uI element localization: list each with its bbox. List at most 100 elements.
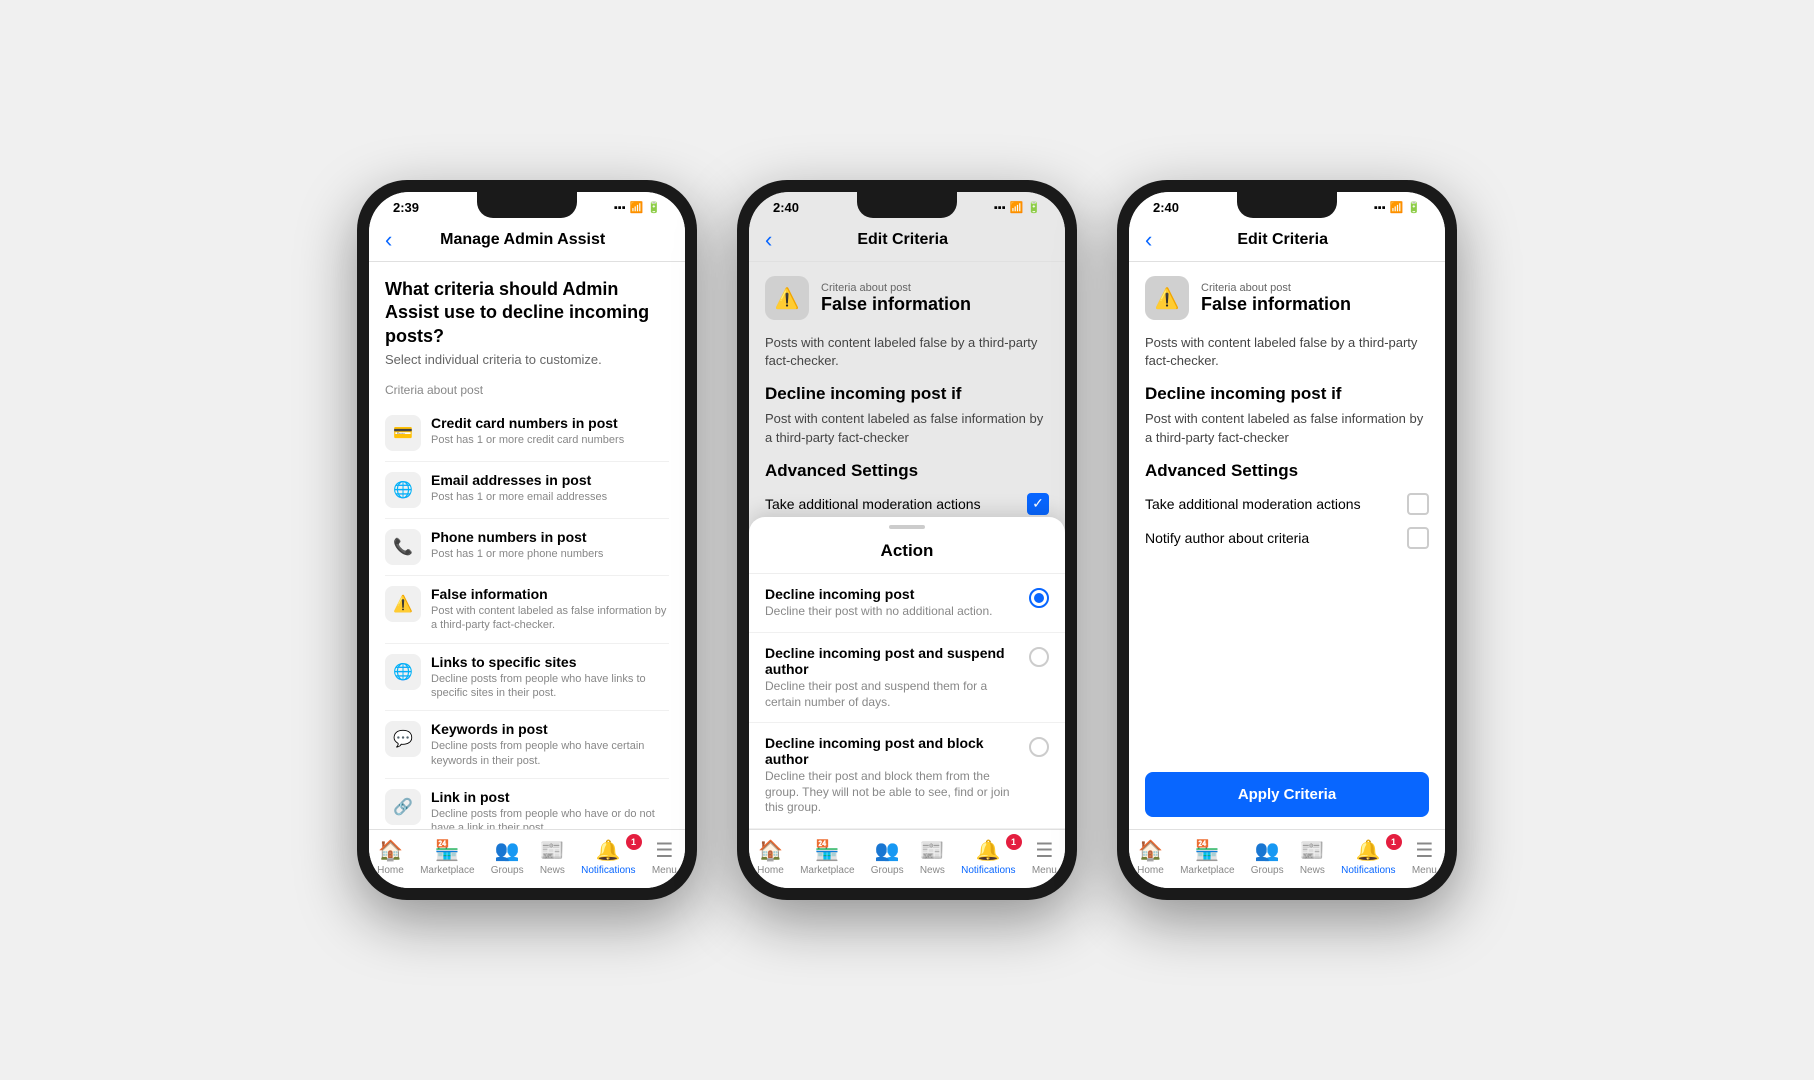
- notch-2: [857, 192, 957, 218]
- list-item[interactable]: 📞 Phone numbers in post Post has 1 or mo…: [385, 519, 669, 576]
- nav-notifications-3[interactable]: 🔔 1 Notifications: [1341, 838, 1395, 876]
- phone-1-screen: 2:39 ▪▪▪ 📶 🔋 ‹ Manage Admin Assist What …: [369, 192, 685, 888]
- nav-news-3[interactable]: 📰 News: [1300, 838, 1325, 876]
- criteria-text: False information Post with content labe…: [431, 586, 669, 633]
- nav-home-3[interactable]: 🏠 Home: [1137, 838, 1164, 876]
- nav-groups-3[interactable]: 👥 Groups: [1251, 838, 1284, 876]
- screen-content-1[interactable]: What criteria should Admin Assist use to…: [369, 262, 685, 829]
- checkbox-notify-empty-3[interactable]: [1407, 527, 1429, 549]
- nav-notifications-label: Notifications: [581, 865, 635, 876]
- advanced-notify-label-3: Notify author about criteria: [1145, 530, 1309, 546]
- screen-content-2[interactable]: ⚠️ Criteria about post False information…: [749, 262, 1065, 829]
- phone-1: 2:39 ▪▪▪ 📶 🔋 ‹ Manage Admin Assist What …: [357, 180, 697, 900]
- criteria-desc: Decline posts from people who have certa…: [431, 739, 669, 768]
- battery-icon-3: 🔋: [1407, 201, 1421, 214]
- list-item[interactable]: 🌐 Links to specific sites Decline posts …: [385, 644, 669, 712]
- apply-criteria-button[interactable]: Apply Criteria: [1145, 772, 1429, 817]
- criteria-desc: Post with content labeled as false infor…: [431, 604, 669, 633]
- menu-icon-2: ☰: [1035, 838, 1053, 863]
- decline-title-2: Decline incoming post if: [765, 384, 1049, 404]
- time-1: 2:39: [393, 200, 419, 215]
- criteria-desc: Post has 1 or more email addresses: [431, 490, 669, 504]
- nav-menu[interactable]: ☰ Menu: [652, 838, 677, 876]
- nav-marketplace-3[interactable]: 🏪 Marketplace: [1180, 838, 1234, 876]
- menu-icon-3: ☰: [1415, 838, 1433, 863]
- groups-icon: 👥: [495, 838, 520, 863]
- nav-home-label-2: Home: [757, 865, 784, 876]
- criteria-header-2: ⚠️ Criteria about post False information: [749, 262, 1065, 334]
- nav-news-label: News: [540, 865, 565, 876]
- nav-menu-2[interactable]: ☰ Menu: [1032, 838, 1057, 876]
- advanced-take-label-3: Take additional moderation actions: [1145, 496, 1361, 512]
- nav-menu-label-2: Menu: [1032, 865, 1057, 876]
- criteria-label-2: Criteria about post: [821, 282, 971, 294]
- criteria-text: Links to specific sites Decline posts fr…: [431, 654, 669, 701]
- sheet-option-desc-1: Decline their post with no additional ac…: [765, 604, 1017, 620]
- radio-empty-2[interactable]: [1029, 647, 1049, 667]
- sheet-option-2[interactable]: Decline incoming post and suspend author…: [749, 633, 1065, 723]
- back-button-2[interactable]: ‹: [765, 227, 772, 253]
- wifi-icon-2: 📶: [1010, 201, 1024, 214]
- criteria-list: 💳 Credit card numbers in post Post has 1…: [385, 405, 669, 829]
- sheet-title: Action: [749, 541, 1065, 574]
- radio-empty-3[interactable]: [1029, 737, 1049, 757]
- wifi-icon: 📶: [630, 201, 644, 214]
- nav-groups-label-3: Groups: [1251, 865, 1284, 876]
- phone-3: 2:40 ▪▪▪ 📶 🔋 ‹ Edit Criteria ⚠️ Criteria…: [1117, 180, 1457, 900]
- nav-notifications[interactable]: 🔔 1 Notifications: [581, 838, 635, 876]
- phones-container: 2:39 ▪▪▪ 📶 🔋 ‹ Manage Admin Assist What …: [357, 180, 1457, 900]
- criteria-text: Keywords in post Decline posts from peop…: [431, 721, 669, 768]
- notification-badge-2: 1: [1006, 834, 1022, 850]
- criteria-desc: Decline posts from people who have links…: [431, 672, 669, 701]
- criteria-text: Link in post Decline posts from people w…: [431, 789, 669, 829]
- nav-notifications-label-3: Notifications: [1341, 865, 1395, 876]
- notifications-icon-2: 🔔: [976, 838, 1001, 863]
- nav-title-2: Edit Criteria: [780, 231, 1025, 249]
- nav-marketplace-2[interactable]: 🏪 Marketplace: [800, 838, 854, 876]
- nav-news-2[interactable]: 📰 News: [920, 838, 945, 876]
- keyword-icon: 💬: [385, 721, 421, 757]
- email-icon: 🌐: [385, 472, 421, 508]
- p1-content: What criteria should Admin Assist use to…: [369, 262, 685, 829]
- criteria-header-icon-2: ⚠️: [765, 276, 809, 320]
- list-item[interactable]: 🔗 Link in post Decline posts from people…: [385, 779, 669, 829]
- time-3: 2:40: [1153, 200, 1179, 215]
- nav-news[interactable]: 📰 News: [540, 838, 565, 876]
- warning-icon: ⚠️: [385, 586, 421, 622]
- nav-header-2: ‹ Edit Criteria: [749, 219, 1065, 262]
- nav-groups[interactable]: 👥 Groups: [491, 838, 524, 876]
- nav-marketplace[interactable]: 🏪 Marketplace: [420, 838, 474, 876]
- list-item[interactable]: 💳 Credit card numbers in post Post has 1…: [385, 405, 669, 462]
- checkbox-take-empty-3[interactable]: [1407, 493, 1429, 515]
- nav-home-2[interactable]: 🏠 Home: [757, 838, 784, 876]
- nav-notifications-2[interactable]: 🔔 1 Notifications: [961, 838, 1015, 876]
- nav-menu-3[interactable]: ☰ Menu: [1412, 838, 1437, 876]
- nav-marketplace-label: Marketplace: [420, 865, 474, 876]
- sheet-option-title-3: Decline incoming post and block author: [765, 735, 1017, 767]
- back-button-3[interactable]: ‹: [1145, 227, 1152, 253]
- sheet-option-3[interactable]: Decline incoming post and block author D…: [749, 723, 1065, 829]
- criteria-name: Links to specific sites: [431, 654, 669, 670]
- notification-badge-3: 1: [1386, 834, 1402, 850]
- list-item[interactable]: 🌐 Email addresses in post Post has 1 or …: [385, 462, 669, 519]
- phone-2: 2:40 ▪▪▪ 📶 🔋 ‹ Edit Criteria ⚠️ Criteria…: [737, 180, 1077, 900]
- list-item[interactable]: ⚠️ False information Post with content l…: [385, 576, 669, 644]
- home-icon-2: 🏠: [758, 838, 783, 863]
- list-item[interactable]: 💬 Keywords in post Decline posts from pe…: [385, 711, 669, 779]
- criteria-name: Keywords in post: [431, 721, 669, 737]
- advanced-title-2: Advanced Settings: [765, 461, 1049, 481]
- nav-home[interactable]: 🏠 Home: [377, 838, 404, 876]
- nav-news-label-3: News: [1300, 865, 1325, 876]
- nav-groups-2[interactable]: 👥 Groups: [871, 838, 904, 876]
- back-button-1[interactable]: ‹: [385, 227, 392, 253]
- checkbox-take-checked[interactable]: ✓: [1027, 493, 1049, 515]
- advanced-title-3: Advanced Settings: [1145, 461, 1429, 481]
- nav-home-label: Home: [377, 865, 404, 876]
- radio-selected-1[interactable]: [1029, 588, 1049, 608]
- screen-content-3[interactable]: ⚠️ Criteria about post False information…: [1129, 262, 1445, 760]
- nav-menu-label-3: Menu: [1412, 865, 1437, 876]
- notifications-icon-3: 🔔: [1356, 838, 1381, 863]
- criteria-name: False information: [431, 586, 669, 602]
- sheet-option-1[interactable]: Decline incoming post Decline their post…: [749, 574, 1065, 633]
- status-icons-1: ▪▪▪ 📶 🔋: [614, 201, 661, 214]
